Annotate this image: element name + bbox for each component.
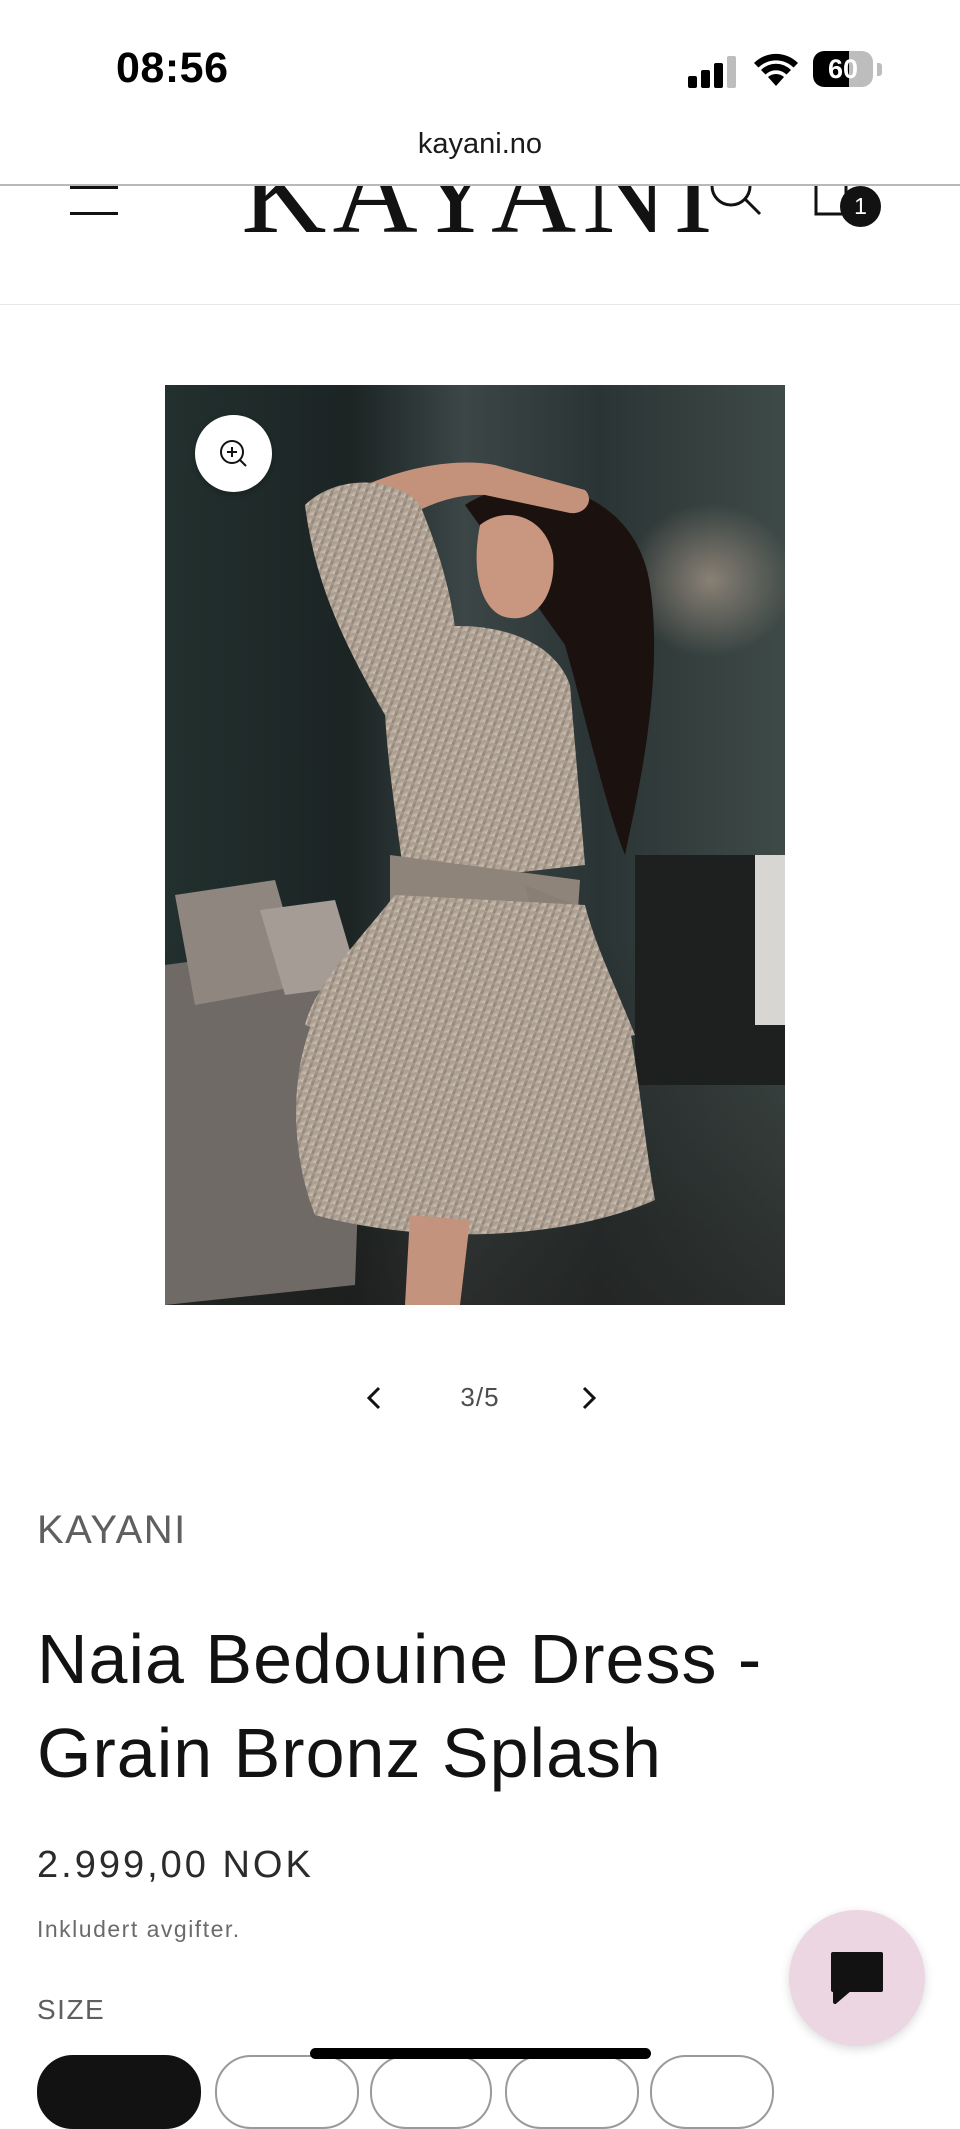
chevron-left-icon — [366, 1386, 381, 1410]
product-price: 2.999,00 NOK — [37, 1844, 314, 1886]
size-option[interactable] — [505, 2055, 639, 2129]
cart-button[interactable]: 1 — [812, 186, 888, 236]
address-bar-url[interactable]: kayani.no — [0, 128, 960, 161]
size-option-selected[interactable] — [37, 2055, 201, 2129]
product-title: Naia Bedouine Dress - Grain Bronz Splash — [37, 1620, 763, 1792]
gallery-slider-controls: 3/5 — [0, 1368, 960, 1428]
home-indicator — [310, 2048, 651, 2059]
previous-image-button[interactable] — [355, 1378, 395, 1418]
battery-level: 60 — [827, 54, 859, 84]
chat-icon — [831, 1952, 883, 2004]
chevron-right-icon — [582, 1386, 597, 1410]
chat-button[interactable] — [789, 1910, 925, 2046]
site-header: KAYANI 1 — [0, 186, 960, 305]
zoom-button[interactable] — [195, 415, 272, 492]
product-photo — [165, 462, 785, 1305]
wifi-icon — [754, 53, 798, 86]
zoom-in-icon — [220, 440, 247, 467]
tax-note: Inkludert avgifter. — [37, 1916, 241, 1942]
product-vendor: KAYANI — [37, 1508, 187, 1552]
signal-icon — [688, 56, 736, 88]
status-bar: 08:56 60 — [0, 0, 960, 130]
cart-count-badge: 1 — [840, 186, 881, 227]
next-image-button[interactable] — [568, 1378, 608, 1418]
size-option[interactable] — [370, 2055, 492, 2129]
search-icon[interactable] — [705, 186, 765, 222]
product-image[interactable] — [165, 385, 785, 1305]
size-option[interactable] — [215, 2055, 359, 2129]
battery-indicator: 60 — [813, 51, 882, 89]
status-time: 08:56 — [116, 44, 229, 92]
size-label: SIZE — [37, 1994, 106, 2025]
slide-counter: 3/5 — [460, 1382, 500, 1412]
size-option[interactable] — [650, 2055, 774, 2129]
